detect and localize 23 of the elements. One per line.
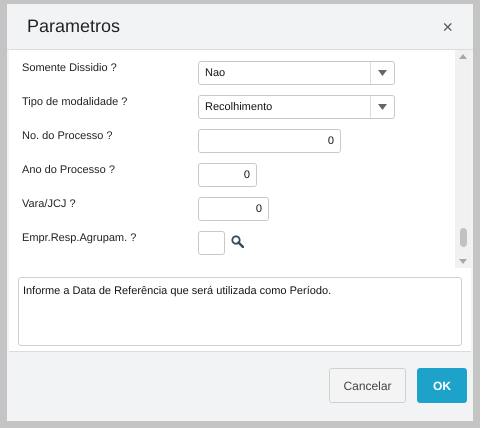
dropdown-arrow-icon <box>378 70 387 76</box>
dropdown-arrow-icon <box>378 104 387 110</box>
scroll-thumb[interactable] <box>460 228 466 247</box>
scrollbar[interactable] <box>455 50 471 268</box>
field-label: Empr.Resp.Agrupam. ? <box>22 231 138 246</box>
input-field[interactable] <box>198 231 225 255</box>
cancel-button[interactable]: Cancelar <box>329 368 406 403</box>
field-label: Somente Dissidio ? <box>22 61 118 76</box>
close-button[interactable]: × <box>442 18 453 36</box>
field-label: Vara/JCJ ? <box>22 197 77 212</box>
input-field[interactable]: 0 <box>198 129 341 153</box>
dialog-title: Parametros <box>27 15 120 38</box>
dropdown[interactable]: Recolhimento <box>198 95 395 119</box>
field-label: No. do Processo ? <box>22 129 114 144</box>
help-text-box: Informe a Data de Referência que será utilizada como Período. <box>18 277 462 346</box>
input-field[interactable]: 0 <box>198 163 257 187</box>
search-icon[interactable] <box>231 235 244 248</box>
scroll-up-icon[interactable] <box>459 54 467 59</box>
field-label: Tipo de modalidade ? <box>22 95 128 110</box>
input-field[interactable]: 0 <box>198 197 269 221</box>
dropdown[interactable]: Nao <box>198 61 395 85</box>
field-label: Ano do Processo ? <box>22 163 116 178</box>
scroll-down-icon[interactable] <box>459 259 467 264</box>
